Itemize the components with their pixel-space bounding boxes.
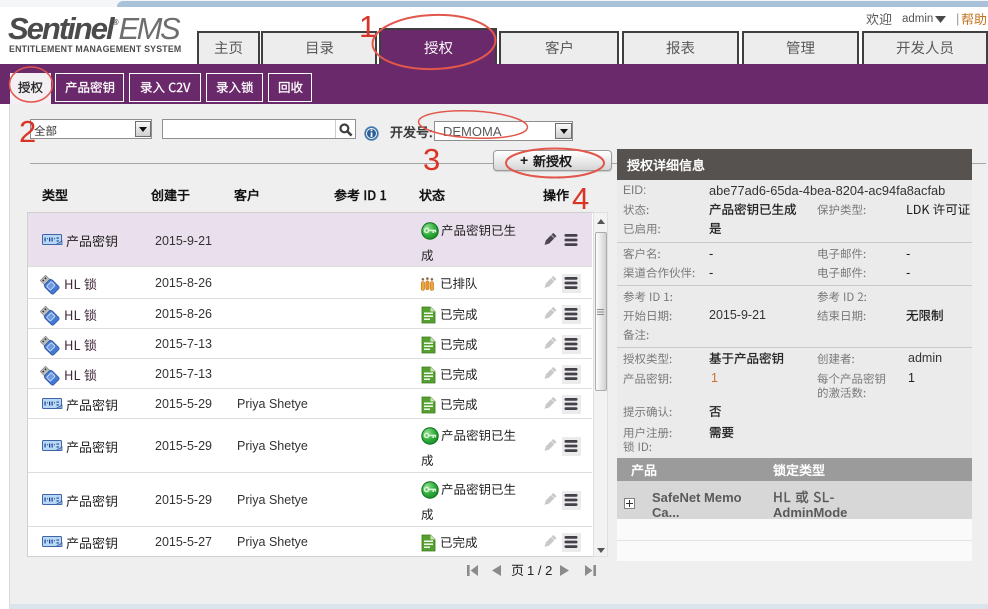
svg-text:3: 3: [423, 142, 440, 177]
svg-text:2: 2: [19, 114, 36, 149]
svg-text:1: 1: [359, 9, 376, 44]
svg-text:4: 4: [572, 181, 589, 216]
